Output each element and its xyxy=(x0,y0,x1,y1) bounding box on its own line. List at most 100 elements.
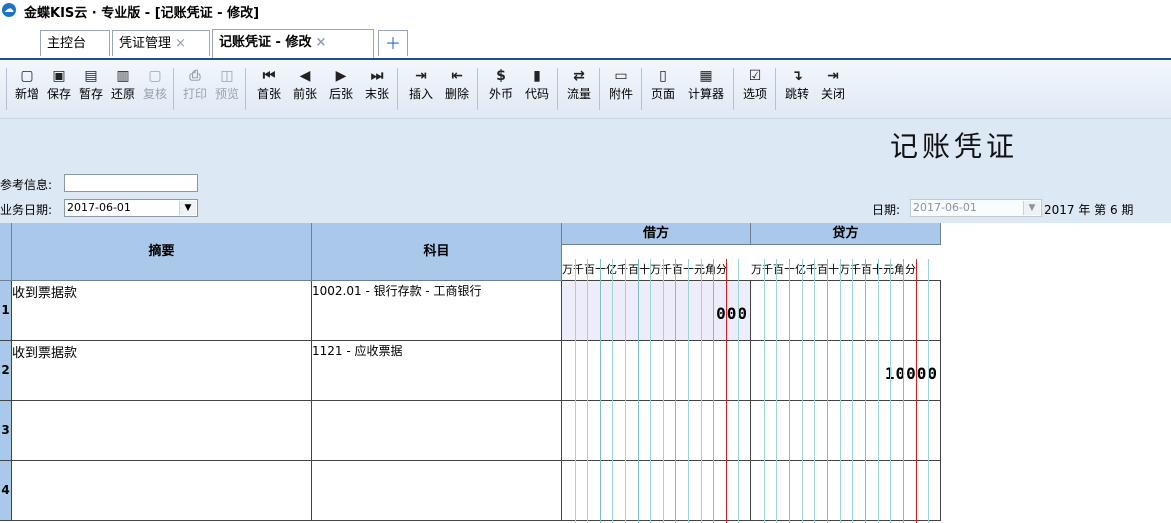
digit-gridline xyxy=(700,259,702,523)
toolbar-separator xyxy=(245,68,246,110)
table-row[interactable]: 4 xyxy=(0,461,941,521)
ref-info-input[interactable] xyxy=(64,174,198,192)
table-row[interactable]: 1 收到票据款 1002.01 - 银行存款 - 工商银行 000 xyxy=(0,281,941,341)
toolbar-cashflow-button[interactable]: ⇄ 流量 xyxy=(562,66,596,112)
toolbar-calculator-button[interactable]: ▦ 计算器 xyxy=(682,66,730,112)
digit-gridline xyxy=(814,259,816,523)
credit-amount-cell[interactable] xyxy=(751,461,941,520)
toolbar-button-label: 选项 xyxy=(742,87,767,101)
add-tab-button[interactable]: ＋ xyxy=(378,30,408,56)
toolbar-options-button[interactable]: ☑ 选项 xyxy=(738,66,772,112)
toolbar-button-label: 暂存 xyxy=(78,87,103,101)
date-label: 日期: xyxy=(872,203,901,217)
jump-icon: ↴ xyxy=(791,68,803,84)
toolbar-preview-button[interactable]: ◫ 预览 xyxy=(212,66,242,112)
digit-gridline xyxy=(688,259,689,523)
toolbar-prev-button[interactable]: ◀ 前张 xyxy=(288,66,322,112)
last-icon: ⏭ xyxy=(370,68,384,84)
account-cell[interactable]: 1002.01 - 银行存款 - 工商银行 xyxy=(312,281,562,340)
account-cell[interactable] xyxy=(312,461,562,520)
options-icon: ☑ xyxy=(748,68,762,84)
digit-gridline xyxy=(587,259,589,523)
credit-amount-cell[interactable] xyxy=(751,401,941,460)
debit-amount-cell[interactable] xyxy=(562,461,751,520)
summary-cell[interactable] xyxy=(12,401,312,460)
app-logo-icon: ☁ xyxy=(2,3,16,17)
tab-console[interactable]: 主控台 xyxy=(40,30,110,56)
window-title: 金蝶KIS云 · 专业版 - [记账凭证 - 修改] xyxy=(24,6,260,21)
digit-gridline xyxy=(574,259,576,523)
toolbar-button-label: 保存 xyxy=(46,87,71,101)
toolbar-print-button[interactable]: ⎙ 打印 xyxy=(180,66,210,112)
toolbar-separator xyxy=(6,68,7,110)
toolbar-page-button[interactable]: ▯ 页面 xyxy=(646,66,680,112)
new-icon: ▢ xyxy=(20,68,34,84)
table-row[interactable]: 3 xyxy=(0,401,941,461)
tab-close-icon[interactable]: × xyxy=(175,36,186,51)
toolbar-separator xyxy=(733,68,734,110)
chevron-down-icon[interactable]: ▼ xyxy=(1023,201,1040,215)
toolbar-attachment-button[interactable]: ▭ 附件 xyxy=(604,66,638,112)
toolbar-button-label: 前张 xyxy=(292,87,317,101)
digit-gridline xyxy=(839,259,841,523)
toolbar-restore-button[interactable]: ▥ 还原 xyxy=(108,66,138,112)
toolbar-jump-button[interactable]: ↴ 跳转 xyxy=(780,66,814,112)
tab-close-icon[interactable]: × xyxy=(315,35,326,50)
debit-amount-cell[interactable] xyxy=(562,401,751,460)
summary-cell[interactable]: 收到票据款 xyxy=(12,341,312,400)
digit-gridline xyxy=(915,259,917,523)
toolbar-last-button[interactable]: ⏭ 末张 xyxy=(360,66,394,112)
toolbar-button-label: 插入 xyxy=(408,87,433,101)
toolbar-close-button[interactable]: ⇥ 关闭 xyxy=(816,66,850,112)
title-bar: ☁ 金蝶KIS云 · 专业版 - [记账凭证 - 修改] xyxy=(0,0,1171,22)
credit-amount-cell[interactable] xyxy=(751,281,941,340)
digit-gridline xyxy=(650,259,652,523)
toolbar-save-button[interactable]: ▣ 保存 xyxy=(44,66,74,112)
toolbar-new-button[interactable]: ▢ 新增 xyxy=(12,66,42,112)
toolbar-insert-row-button[interactable]: ⇥ 插入 xyxy=(404,66,438,112)
toolbar-separator xyxy=(775,68,776,110)
digit-gridline xyxy=(599,259,601,523)
tab-voucher-edit[interactable]: 记账凭证 - 修改 × xyxy=(212,29,374,58)
digit-gridline xyxy=(763,259,765,523)
chevron-down-icon[interactable]: ▼ xyxy=(179,201,196,215)
debit-amount-cell[interactable]: 000 xyxy=(562,281,751,340)
toolbar-review-button[interactable]: ▢ 复核 xyxy=(140,66,170,112)
tab-voucher-management[interactable]: 凭证管理 × xyxy=(112,30,210,56)
toolbar-separator xyxy=(557,68,558,110)
toolbar-code-button[interactable]: ▮ 代码 xyxy=(520,66,554,112)
table-row[interactable]: 2 收到票据款 1121 - 应收票据 10000 xyxy=(0,341,941,401)
credit-amount-cell[interactable]: 10000 xyxy=(751,341,941,400)
toolbar-hold-button[interactable]: ▤ 暂存 xyxy=(76,66,106,112)
toolbar-button-label: 关闭 xyxy=(820,87,845,101)
voucher-header: 记账凭证 参考信息: 业务日期: 2017-06-01 ▼ 日期: 2017-0… xyxy=(0,119,1171,223)
toolbar-next-button[interactable]: ▶ 后张 xyxy=(324,66,358,112)
toolbar-button-label: 流量 xyxy=(566,87,591,101)
account-cell[interactable]: 1121 - 应收票据 xyxy=(312,341,562,400)
biz-date-field[interactable]: 2017-06-01 ▼ xyxy=(64,199,198,217)
digit-gridline xyxy=(789,259,790,523)
row-number: 2 xyxy=(0,341,12,400)
debit-column-header: 借方 xyxy=(562,223,751,245)
toolbar-separator xyxy=(397,68,398,110)
toolbar-button-label: 复核 xyxy=(142,87,167,101)
digit-gridline xyxy=(928,259,930,523)
date-field[interactable]: 2017-06-01 ▼ xyxy=(910,199,1042,217)
ref-info-label: 参考信息: xyxy=(0,178,53,192)
toolbar: ▢ 新增 ▣ 保存 ▤ 暂存 ▥ 还原 ▢ 复核 ⎙ 打印 ◫ 预览 ⏮ 首张 ◀ 前张 ▶ 后张 ⏭ 末张 ⇥ 插入 ⇤ 删除 $… xyxy=(0,60,1171,119)
debit-amount-cell[interactable] xyxy=(562,341,751,400)
period-text: 2017 年 第 6 期 xyxy=(1044,203,1134,217)
toolbar-first-button[interactable]: ⏮ 首张 xyxy=(252,66,286,112)
toolbar-delete-row-button[interactable]: ⇤ 删除 xyxy=(440,66,474,112)
page-icon: ▯ xyxy=(659,68,667,84)
credit-column-header: 贷方 xyxy=(751,223,941,245)
code-icon: ▮ xyxy=(533,68,541,84)
toolbar-currency-button[interactable]: $ 外币 xyxy=(484,66,518,112)
debit-digit-units: 万千百十亿千百十万千百十元角分 xyxy=(562,259,751,281)
summary-cell[interactable] xyxy=(12,461,312,520)
digit-gridline xyxy=(725,259,727,523)
first-icon: ⏮ xyxy=(262,68,276,84)
summary-cell[interactable]: 收到票据款 xyxy=(12,281,312,340)
currency-icon: $ xyxy=(496,68,506,84)
account-cell[interactable] xyxy=(312,401,562,460)
